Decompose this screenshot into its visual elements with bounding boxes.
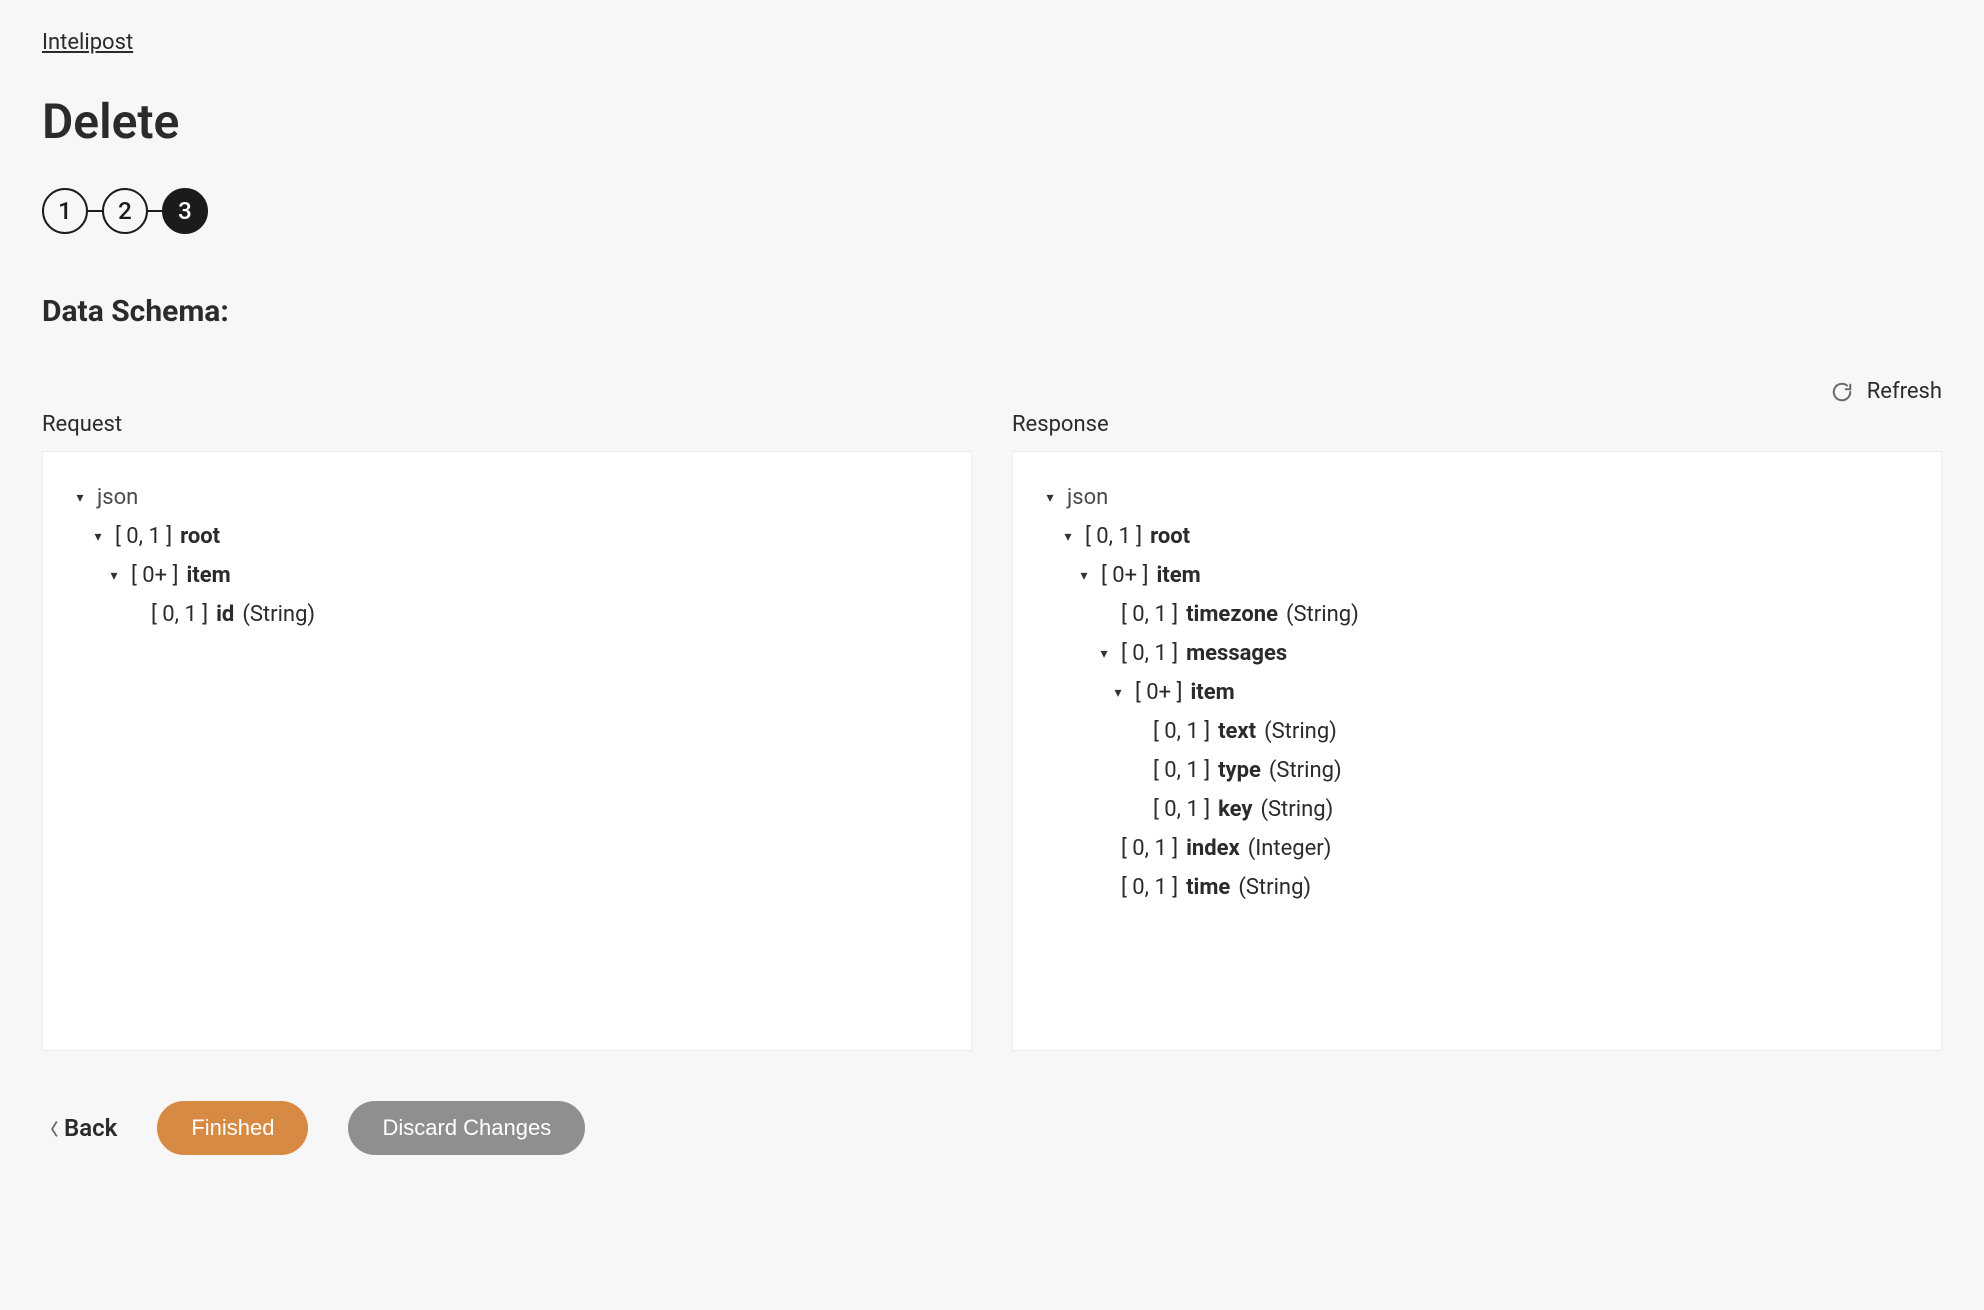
node-type: (String) (1264, 719, 1337, 744)
node-name: item (1190, 680, 1234, 705)
chevron-left-icon: 〈 (42, 1116, 58, 1140)
request-column: Request ▾ json ▾ [ 0, 1 ] root ▾ [ 0+ ] … (42, 412, 972, 1051)
step-1[interactable]: 1 (42, 188, 88, 234)
chevron-down-icon[interactable]: ▾ (89, 529, 107, 545)
node-type: (String) (1286, 602, 1359, 627)
node-type: (String) (1269, 758, 1342, 783)
cardinality: [ 0, 1 ] (1121, 836, 1178, 861)
node-name: root (1150, 524, 1190, 549)
tree-row-key[interactable]: [ 0, 1 ] key (String) (1041, 790, 1913, 829)
node-name: index (1186, 836, 1240, 861)
response-panel: ▾ json ▾ [ 0, 1 ] root ▾ [ 0+ ] item [ 0… (1012, 451, 1942, 1051)
node-name: messages (1186, 641, 1287, 666)
cardinality: [ 0+ ] (1135, 680, 1182, 705)
back-label: Back (64, 1114, 117, 1142)
step-connector (148, 210, 162, 212)
chevron-down-icon[interactable]: ▾ (1041, 490, 1059, 506)
tree-row-root[interactable]: ▾ [ 0, 1 ] root (1041, 517, 1913, 556)
node-name: timezone (1186, 602, 1278, 627)
response-label: Response (1012, 412, 1942, 437)
chevron-down-icon[interactable]: ▾ (105, 568, 123, 584)
chevron-down-icon[interactable]: ▾ (1109, 685, 1127, 701)
request-panel: ▾ json ▾ [ 0, 1 ] root ▾ [ 0+ ] item [ 0… (42, 451, 972, 1051)
node-name: id (216, 602, 234, 627)
tree-row-json[interactable]: ▾ json (1041, 478, 1913, 517)
finished-button[interactable]: Finished (157, 1101, 308, 1155)
node-type: (String) (1260, 797, 1333, 822)
refresh-button[interactable]: Refresh (1831, 379, 1942, 404)
discard-button[interactable]: Discard Changes (348, 1101, 585, 1155)
tree-row-id[interactable]: [ 0, 1 ] id (String) (71, 595, 943, 634)
cardinality: [ 0, 1 ] (151, 602, 208, 627)
node-name: type (1218, 758, 1261, 783)
cardinality: [ 0, 1 ] (1153, 758, 1210, 783)
tree-row-index[interactable]: [ 0, 1 ] index (Integer) (1041, 829, 1913, 868)
node-name: item (1156, 563, 1200, 588)
cardinality: [ 0, 1 ] (115, 524, 172, 549)
json-label: json (1067, 485, 1108, 510)
response-column: Response ▾ json ▾ [ 0, 1 ] root ▾ [ 0+ ]… (1012, 412, 1942, 1051)
step-2[interactable]: 2 (102, 188, 148, 234)
node-name: root (180, 524, 220, 549)
cardinality: [ 0, 1 ] (1121, 875, 1178, 900)
chevron-down-icon[interactable]: ▾ (1059, 529, 1077, 545)
node-name: text (1218, 719, 1256, 744)
node-name: time (1186, 875, 1230, 900)
node-name: key (1218, 797, 1252, 822)
footer-actions: 〈 Back Finished Discard Changes (42, 1101, 1942, 1155)
request-label: Request (42, 412, 972, 437)
section-title: Data Schema: (42, 294, 1942, 329)
node-type: (String) (242, 602, 315, 627)
tree-row-messages[interactable]: ▾ [ 0, 1 ] messages (1041, 634, 1913, 673)
back-button[interactable]: 〈 Back (42, 1114, 117, 1142)
json-label: json (97, 485, 138, 510)
cardinality: [ 0+ ] (1101, 563, 1148, 588)
node-type: (Integer) (1248, 836, 1332, 861)
tree-row-msg-item[interactable]: ▾ [ 0+ ] item (1041, 673, 1913, 712)
chevron-down-icon[interactable]: ▾ (1075, 568, 1093, 584)
tree-row-timezone[interactable]: [ 0, 1 ] timezone (String) (1041, 595, 1913, 634)
breadcrumb-link[interactable]: Intelipost (42, 30, 133, 55)
tree-row-item[interactable]: ▾ [ 0+ ] item (71, 556, 943, 595)
tree-row-root[interactable]: ▾ [ 0, 1 ] root (71, 517, 943, 556)
step-connector (88, 210, 102, 212)
tree-row-json[interactable]: ▾ json (71, 478, 943, 517)
tree-row-item[interactable]: ▾ [ 0+ ] item (1041, 556, 1913, 595)
refresh-icon (1831, 381, 1853, 403)
cardinality: [ 0, 1 ] (1121, 641, 1178, 666)
page-title: Delete (42, 93, 1942, 150)
node-type: (String) (1238, 875, 1311, 900)
cardinality: [ 0, 1 ] (1085, 524, 1142, 549)
cardinality: [ 0+ ] (131, 563, 178, 588)
cardinality: [ 0, 1 ] (1121, 602, 1178, 627)
chevron-down-icon[interactable]: ▾ (1095, 646, 1113, 662)
cardinality: [ 0, 1 ] (1153, 797, 1210, 822)
stepper: 1 2 3 (42, 188, 1942, 234)
tree-row-text[interactable]: [ 0, 1 ] text (String) (1041, 712, 1913, 751)
cardinality: [ 0, 1 ] (1153, 719, 1210, 744)
step-3[interactable]: 3 (162, 188, 208, 234)
refresh-label: Refresh (1867, 379, 1942, 404)
tree-row-type[interactable]: [ 0, 1 ] type (String) (1041, 751, 1913, 790)
node-name: item (186, 563, 230, 588)
tree-row-time[interactable]: [ 0, 1 ] time (String) (1041, 868, 1913, 907)
chevron-down-icon[interactable]: ▾ (71, 490, 89, 506)
